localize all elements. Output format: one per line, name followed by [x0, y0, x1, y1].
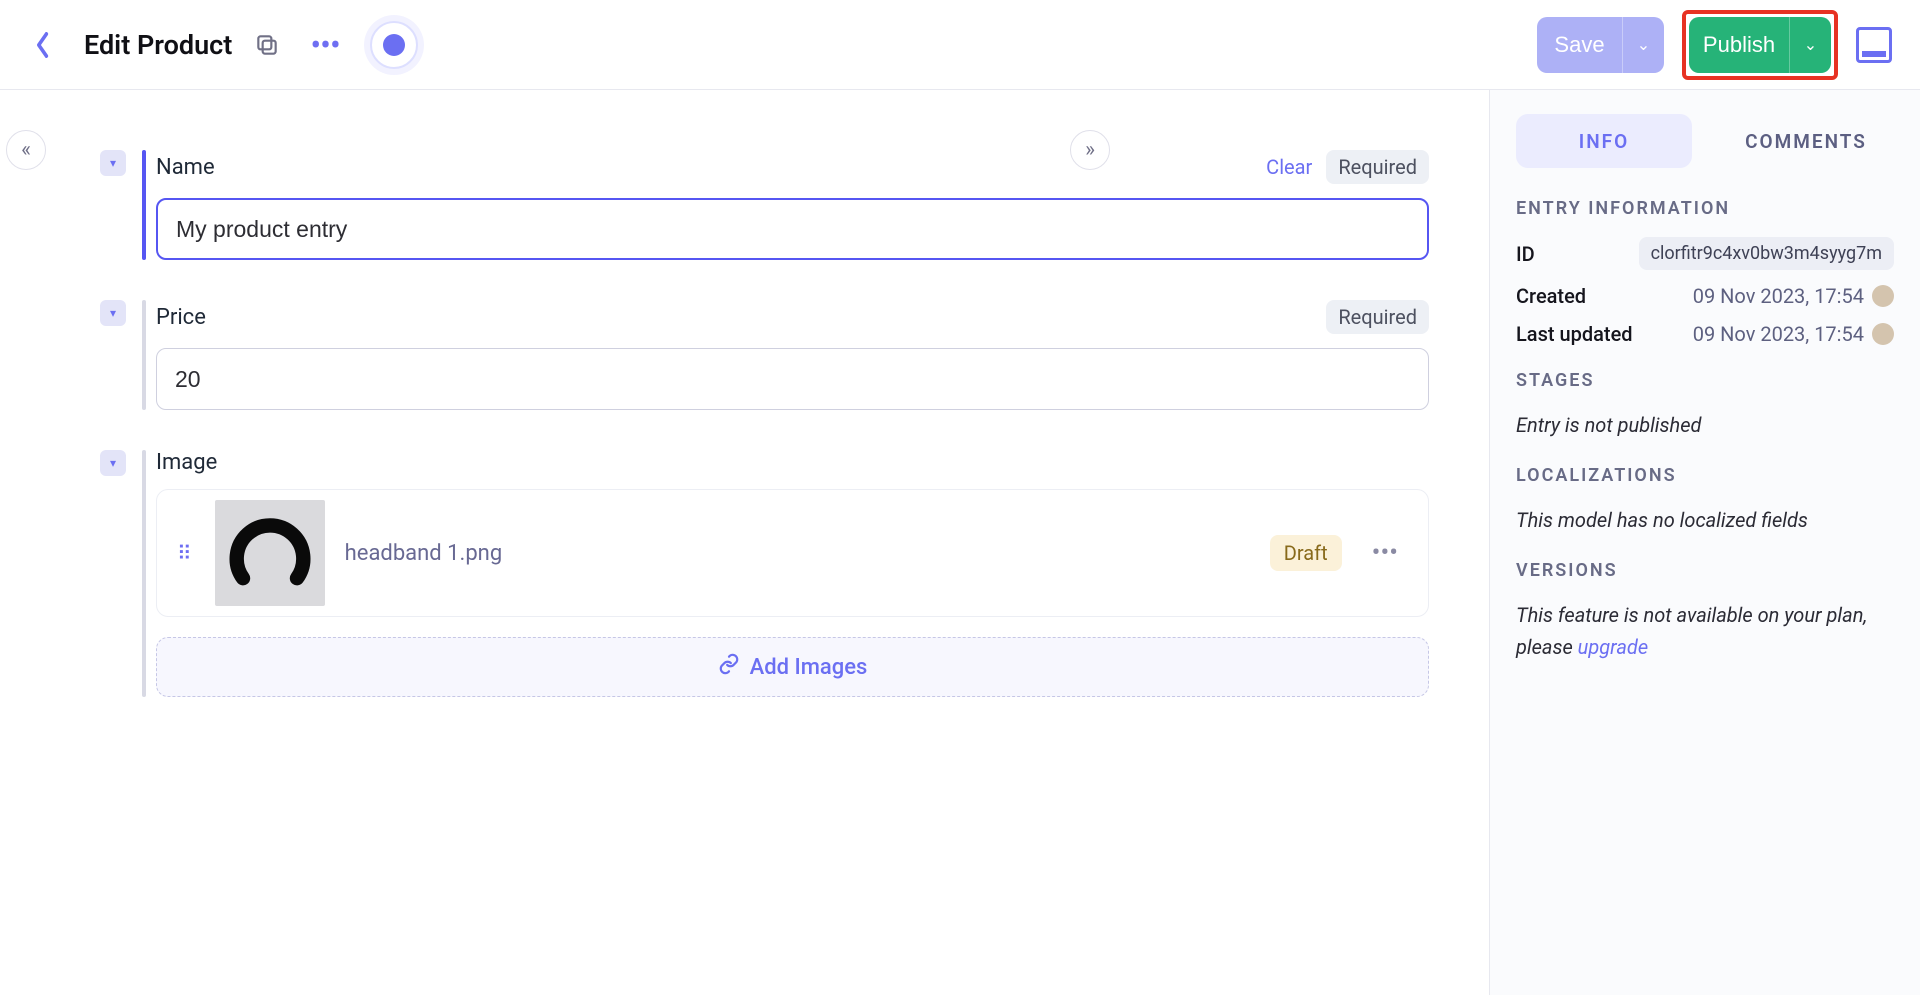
page-title: Edit Product: [84, 29, 232, 61]
clear-name-button[interactable]: Clear: [1266, 155, 1312, 179]
name-input[interactable]: [156, 198, 1429, 260]
publish-button[interactable]: Publish: [1689, 17, 1789, 73]
stages-title: STAGES: [1516, 370, 1894, 391]
status-indicator[interactable]: [370, 21, 418, 69]
status-badge: Draft: [1270, 535, 1342, 571]
save-button-group: Save ⌄: [1537, 17, 1664, 73]
add-images-button[interactable]: Add Images: [156, 637, 1429, 697]
field-accent-bar: [142, 150, 146, 260]
versions-note-text: This feature is not available on your pl…: [1516, 603, 1867, 659]
versions-title: VERSIONS: [1516, 560, 1894, 581]
image-asset-card[interactable]: ⠿ headband 1.png Draft •••: [156, 489, 1429, 617]
collapse-right-button[interactable]: »: [1070, 130, 1110, 170]
versions-note: This feature is not available on your pl…: [1516, 599, 1894, 663]
tab-comments[interactable]: COMMENTS: [1718, 114, 1894, 168]
name-field-label: Name: [156, 155, 215, 180]
back-button[interactable]: [30, 30, 56, 60]
required-badge: Required: [1326, 300, 1429, 334]
field-accent-bar: [142, 450, 146, 697]
publish-highlight: Publish ⌄: [1682, 10, 1838, 80]
image-filename: headband 1.png: [345, 541, 1250, 566]
add-images-label: Add Images: [750, 655, 868, 680]
required-badge: Required: [1326, 150, 1429, 184]
field-collapse-handle[interactable]: ▾: [100, 300, 126, 326]
localizations-title: LOCALIZATIONS: [1516, 465, 1894, 486]
entry-id-value[interactable]: clorfitr9c4xv0bw3m4syyg7m: [1639, 237, 1894, 270]
copy-icon[interactable]: [254, 32, 280, 58]
save-button[interactable]: Save: [1537, 17, 1622, 73]
pulse-dot-icon: [383, 34, 405, 56]
localizations-note: This model has no localized fields: [1516, 504, 1894, 536]
link-icon: [718, 653, 740, 681]
save-dropdown-button[interactable]: ⌄: [1622, 17, 1664, 73]
stages-note: Entry is not published: [1516, 409, 1894, 441]
field-collapse-handle[interactable]: ▾: [100, 450, 126, 476]
price-input[interactable]: [156, 348, 1429, 410]
field-accent-bar: [142, 300, 146, 410]
price-field-label: Price: [156, 305, 206, 330]
created-label: Created: [1516, 284, 1586, 308]
collapse-left-button[interactable]: «: [6, 130, 46, 170]
updated-value: 09 Nov 2023, 17:54: [1693, 322, 1864, 346]
id-label: ID: [1516, 242, 1535, 266]
more-menu-button[interactable]: •••: [302, 22, 347, 68]
image-more-menu[interactable]: •••: [1362, 534, 1408, 572]
chevron-down-icon: ⌄: [1804, 35, 1817, 55]
avatar[interactable]: [1872, 323, 1894, 345]
panel-toggle-button[interactable]: [1856, 27, 1892, 63]
publish-dropdown-button[interactable]: ⌄: [1789, 17, 1831, 73]
entry-information-title: ENTRY INFORMATION: [1516, 198, 1894, 219]
upgrade-link[interactable]: upgrade: [1578, 635, 1648, 659]
drag-handle-icon[interactable]: ⠿: [177, 541, 195, 565]
image-field-label: Image: [156, 450, 217, 475]
created-value: 09 Nov 2023, 17:54: [1693, 284, 1864, 308]
chevron-down-icon: ⌄: [1637, 35, 1650, 55]
tab-info[interactable]: INFO: [1516, 114, 1692, 168]
updated-label: Last updated: [1516, 322, 1633, 346]
field-collapse-handle[interactable]: ▾: [100, 150, 126, 176]
image-thumbnail: [215, 500, 325, 606]
avatar[interactable]: [1872, 285, 1894, 307]
